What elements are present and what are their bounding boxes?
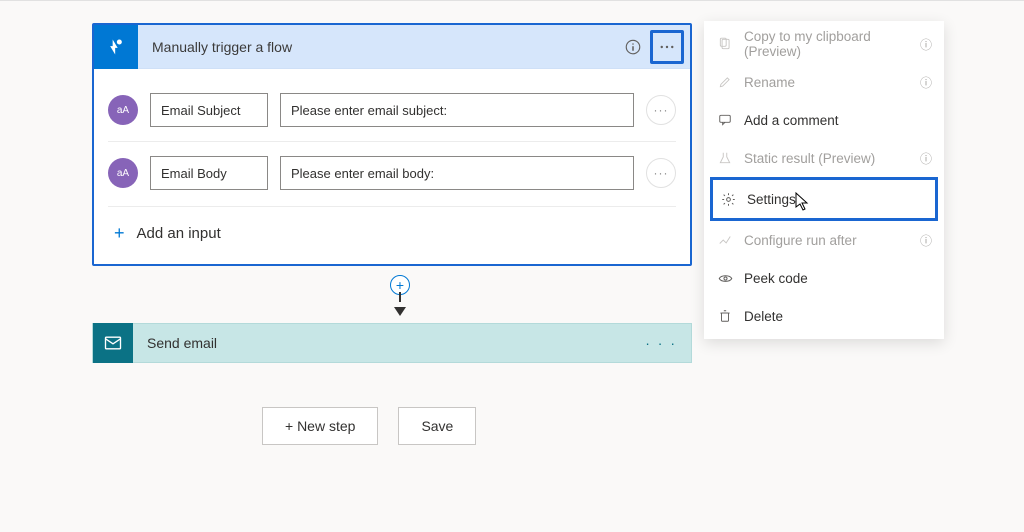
menu-run-after: Configure run after ⓘ [704,221,944,259]
comment-icon [716,113,734,127]
input-placeholder-field[interactable]: Please enter email body: [280,156,634,190]
new-step-button[interactable]: + New step [262,407,378,445]
menu-label: Rename [744,75,910,90]
input-placeholder-field[interactable]: Please enter email subject: [280,93,634,127]
action-more-button[interactable]: · · · [631,335,691,351]
trigger-icon [94,25,138,69]
eye-icon [716,271,734,286]
menu-label: Configure run after [744,233,910,248]
trigger-header[interactable]: Manually trigger a flow [94,25,690,69]
info-icon: ⓘ [920,150,932,167]
arrow-down-icon [394,307,406,316]
plus-icon: + [114,223,125,244]
bottom-buttons: + New step Save [262,407,476,445]
trash-icon [716,309,734,323]
menu-peek-code[interactable]: Peek code [704,259,944,297]
flask-icon [716,151,734,165]
input-name-field[interactable]: Email Subject [150,93,268,127]
gear-icon [719,192,737,207]
input-row: aA Email Subject Please enter email subj… [108,83,676,137]
action-title: Send email [133,335,631,351]
menu-label: Delete [744,309,932,324]
input-row-more-button[interactable]: ··· [646,158,676,188]
menu-delete[interactable]: Delete [704,297,944,335]
text-type-icon: aA [108,158,138,188]
mail-icon [93,323,133,363]
menu-static-result: Static result (Preview) ⓘ [704,139,944,177]
text-type-icon: aA [108,95,138,125]
menu-label: Add a comment [744,113,932,128]
connector: + [390,275,410,316]
input-name-field[interactable]: Email Body [150,156,268,190]
menu-label: Static result (Preview) [744,151,910,166]
menu-label: Settings [747,192,929,207]
info-icon: ⓘ [920,74,932,91]
divider [108,141,676,142]
save-button[interactable]: Save [398,407,476,445]
menu-comment[interactable]: Add a comment [704,101,944,139]
branch-icon [716,233,734,247]
trigger-card: Manually trigger a flow aA Email Subject… [92,23,692,266]
info-icon[interactable] [616,30,650,64]
trigger-more-button[interactable] [650,30,684,64]
pencil-icon [716,75,734,89]
input-row-more-button[interactable]: ··· [646,95,676,125]
menu-settings[interactable]: Settings [710,177,938,221]
add-input-button[interactable]: + Add an input [94,207,690,264]
action-card[interactable]: Send email · · · [92,323,692,363]
menu-rename: Rename ⓘ [704,63,944,101]
menu-label: Peek code [744,271,932,286]
menu-label: Copy to my clipboard (Preview) [744,29,910,59]
context-menu: Copy to my clipboard (Preview) ⓘ Rename … [704,21,944,339]
input-row: aA Email Body Please enter email body: ·… [108,146,676,200]
info-icon: ⓘ [920,232,932,249]
add-input-label: Add an input [137,225,221,242]
clipboard-icon [716,37,734,51]
trigger-title: Manually trigger a flow [138,39,616,55]
menu-copy: Copy to my clipboard (Preview) ⓘ [704,25,944,63]
info-icon: ⓘ [920,36,932,53]
trigger-inputs: aA Email Subject Please enter email subj… [94,69,690,200]
